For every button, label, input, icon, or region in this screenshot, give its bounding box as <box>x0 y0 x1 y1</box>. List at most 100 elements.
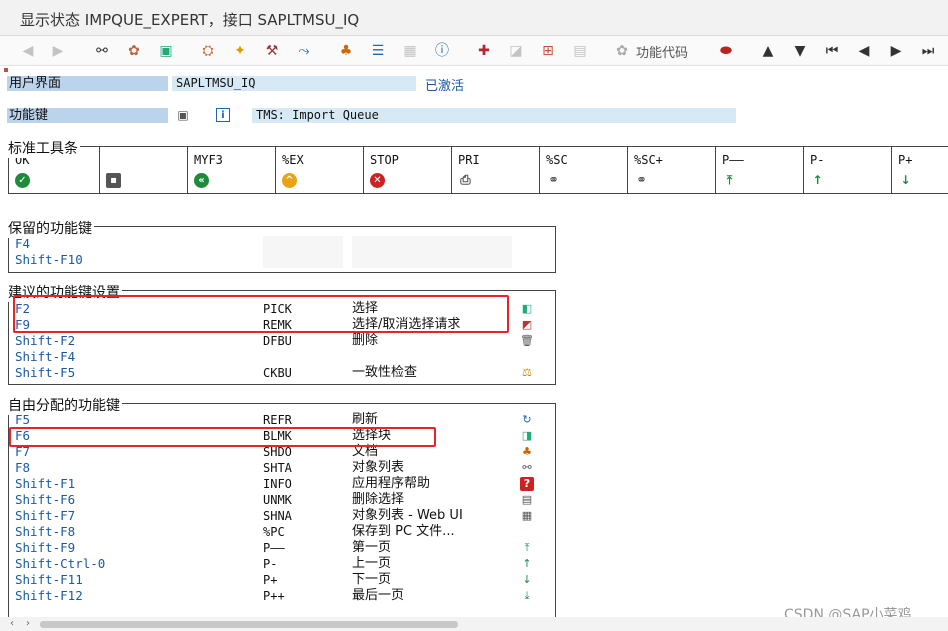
table-row[interactable]: Shift-F2 DFBU 删除 🗑 <box>9 333 555 349</box>
table-row[interactable]: Shift-F11 P+ 下一页 ↓ <box>9 572 555 588</box>
horizontal-scrollbar[interactable]: ‹ › <box>0 617 948 631</box>
table-row[interactable]: Shift-F8 %PC 保存到 PC 文件... <box>9 524 555 540</box>
cancel-icon: ✕ <box>370 173 385 188</box>
go-next-icon[interactable]: ▶ <box>886 41 906 61</box>
previous-page-icon: ↑ <box>522 557 532 570</box>
function-code: CKBU <box>263 366 292 380</box>
key-name: Shift-F11 <box>15 572 83 587</box>
grid-icon[interactable]: ▤ <box>570 41 590 61</box>
toggle-display-change-icon[interactable]: ✿ <box>124 41 144 61</box>
std-cell-first-page[interactable]: P—— ⤒ <box>716 147 804 193</box>
first-page-icon: ⤒ <box>524 541 530 554</box>
function-text: 上一页 <box>352 556 392 571</box>
function-text: 保存到 PC 文件... <box>352 524 455 539</box>
function-text: 删除 <box>352 333 379 348</box>
last-page-icon: ⤓ <box>524 589 530 602</box>
hierarchy-icon[interactable]: ♣ <box>336 41 356 61</box>
std-code: STOP <box>370 153 399 167</box>
activate-icon[interactable]: ▣ <box>156 41 176 61</box>
window-titlebar: 显示状态 IMPQUE_EXPERT，接口 SAPLTMSU_IQ <box>0 0 948 36</box>
std-cell-next-page[interactable]: P+ ↓ <box>892 147 948 193</box>
exit-icon: ^ <box>282 173 297 188</box>
forward-arrow-icon[interactable]: ▶ <box>48 41 68 61</box>
table-row[interactable]: Shift-F6 UNMK 删除选择 ▤ <box>9 492 555 508</box>
go-last-icon[interactable]: ⏭ <box>918 41 938 61</box>
status-text: 已激活 <box>425 79 465 94</box>
structure-icon[interactable]: ⊞ <box>538 41 558 61</box>
key-name: Shift-F7 <box>15 508 76 523</box>
std-cell-find[interactable]: %SC ⚭ <box>540 147 628 193</box>
table-row[interactable]: Shift-Ctrl-0 P- 上一页 ↑ <box>9 556 555 572</box>
std-cell-find-next[interactable]: %SC+ ⚭ <box>628 147 716 193</box>
std-cell-print[interactable]: PRI ⎙ <box>452 147 540 193</box>
first-page-nav-icon[interactable]: ▲ <box>758 41 778 61</box>
standard-toolbar-grid: OK ✓ ▪ MYF3 « %EX ^ STOP ✕ PRI ⎙ %SC ⚭ %… <box>8 146 948 194</box>
insert-icon[interactable]: ✚ <box>474 41 494 61</box>
stack-icon[interactable]: ☰ <box>368 41 388 61</box>
layout-icon[interactable]: ◪ <box>506 41 526 61</box>
function-text: 最后一页 <box>352 588 405 603</box>
std-cell-stop[interactable]: STOP ✕ <box>364 147 452 193</box>
table-row[interactable]: Shift-F9 P—— 第一页 ⤒ <box>9 540 555 556</box>
key-name: Shift-F5 <box>15 365 76 380</box>
std-cell-exit[interactable]: %EX ^ <box>276 147 364 193</box>
trash-icon: 🗑 <box>520 334 534 347</box>
std-cell-previous-page[interactable]: P- ↑ <box>804 147 892 193</box>
save-icon: ▪ <box>106 173 121 188</box>
std-code: %SC <box>546 153 568 167</box>
print-icon: ⎙ <box>460 173 471 188</box>
info-icon[interactable]: ⓘ <box>432 41 452 61</box>
key-name: Shift-F6 <box>15 492 76 507</box>
std-cell-back[interactable]: MYF3 « <box>188 147 276 193</box>
std-code: %SC+ <box>634 153 663 167</box>
back-arrow-icon[interactable]: ◀ <box>18 41 38 61</box>
other-object-icon[interactable]: ⛭ <box>198 41 218 61</box>
go-first-icon[interactable]: ⏮ <box>822 41 842 61</box>
function-code: P++ <box>263 589 285 603</box>
function-keys-field[interactable]: TMS: Import Queue <box>252 108 736 123</box>
free-keys-title: 自由分配的功能键 <box>8 395 122 415</box>
key-name: Shift-Ctrl-0 <box>15 556 106 571</box>
select-deselect-icon: ◩ <box>521 318 533 331</box>
key-name: Shift-F8 <box>15 524 76 539</box>
key-name: F8 <box>15 460 31 475</box>
function-keys-label: 功能键 <box>7 108 168 123</box>
scrollbar-thumb[interactable] <box>40 621 458 628</box>
where-used-icon[interactable]: ⤳ <box>294 41 314 61</box>
hammer-icon[interactable]: ⚒ <box>262 41 282 61</box>
std-cell-save[interactable]: ▪ <box>100 147 188 193</box>
user-interface-field[interactable]: SAPLTMSU_IQ <box>172 76 416 91</box>
deselect-icon: ▤ <box>521 493 533 506</box>
table-row[interactable]: Shift-F5 CKBU 一致性检查 ⚖ <box>9 365 555 381</box>
reserved-keys-title: 保留的功能键 <box>8 218 94 238</box>
scroll-left-icon[interactable]: ‹ <box>10 618 14 629</box>
table-row[interactable]: Shift-F12 P++ 最后一页 ⤓ <box>9 588 555 604</box>
function-code: %PC <box>263 525 285 539</box>
find-next-icon: ⚭ <box>636 173 647 188</box>
table-row[interactable]: F8 SHTA 对象列表 ⚯ <box>9 460 555 476</box>
scroll-right-icon[interactable]: › <box>26 618 30 629</box>
key-name: Shift-F12 <box>15 588 83 603</box>
hat-icon[interactable]: ⬬ <box>716 41 736 61</box>
function-code: P+ <box>263 573 278 587</box>
function-code: REFR <box>263 413 292 427</box>
web-list-icon: ▦ <box>521 509 533 522</box>
table-row[interactable]: Shift-F4 <box>9 349 555 365</box>
std-code: MYF3 <box>194 153 223 167</box>
table-row[interactable]: Shift-F1 INFO 应用程序帮助 ? <box>9 476 555 492</box>
function-code-button[interactable]: 功能代码 <box>636 42 688 61</box>
display-icon[interactable]: ▣ <box>176 108 190 122</box>
function-code: P—— <box>263 541 285 555</box>
go-previous-icon[interactable]: ◀ <box>854 41 874 61</box>
glasses-icon[interactable]: ⚯ <box>92 41 112 61</box>
std-code: P+ <box>898 153 913 167</box>
table-row[interactable]: Shift-F7 SHNA 对象列表 - Web UI ▦ <box>9 508 555 524</box>
magic-wand-icon[interactable]: ✦ <box>230 41 250 61</box>
previous-page-nav-icon[interactable]: ▼ <box>790 41 810 61</box>
info-icon[interactable]: i <box>216 108 230 122</box>
next-page-icon: ↓ <box>522 573 532 586</box>
function-code-icon[interactable]: ✿ <box>612 41 632 61</box>
first-page-icon: ⤒ <box>726 173 733 187</box>
select-block-icon: ◨ <box>521 429 533 442</box>
table-icon[interactable]: ▦ <box>400 41 420 61</box>
